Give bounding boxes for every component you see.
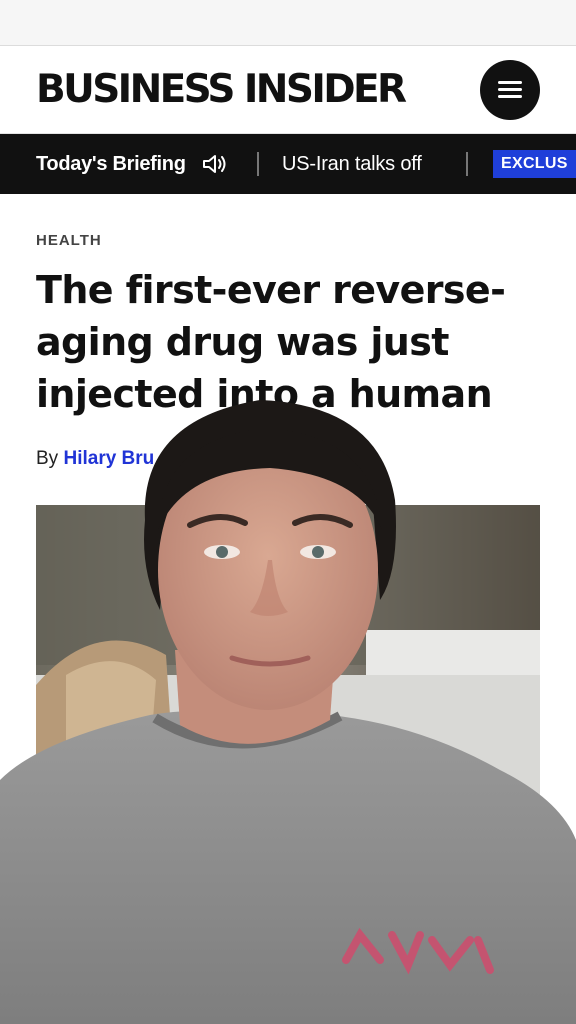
section-label[interactable]: HEALTH bbox=[36, 232, 102, 249]
site-header: BUSINESS INSIDER bbox=[0, 46, 576, 134]
news-ticker: Today's Briefing US-Iran talks off EXCLU… bbox=[0, 134, 576, 194]
presenter-video-overlay bbox=[0, 400, 576, 1024]
menu-button[interactable] bbox=[480, 60, 540, 120]
speaker-icon[interactable] bbox=[201, 153, 229, 175]
ticker-divider bbox=[257, 152, 259, 176]
hamburger-menu-icon bbox=[498, 81, 522, 84]
page: BUSINESS INSIDER Today's Briefing US-Ira… bbox=[0, 0, 576, 1024]
business-insider-logo[interactable]: BUSINESS INSIDER bbox=[36, 68, 407, 112]
ticker-divider bbox=[466, 152, 468, 176]
todays-briefing-link[interactable]: Today's Briefing bbox=[36, 134, 186, 194]
exclusive-badge[interactable]: EXCLUS bbox=[493, 150, 576, 178]
ticker-headline-link[interactable]: US-Iran talks off bbox=[282, 134, 422, 194]
browser-top-strip bbox=[0, 0, 576, 46]
